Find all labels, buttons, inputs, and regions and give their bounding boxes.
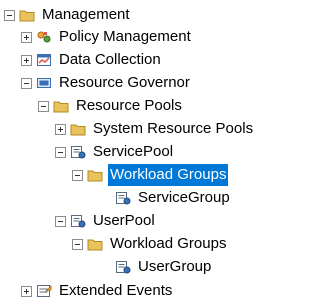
collapse-toggle-icon[interactable] xyxy=(72,238,83,250)
tree-node-workload-groups-service[interactable]: Workload Groups xyxy=(72,164,229,186)
expand-toggle-icon[interactable] xyxy=(21,285,32,297)
expand-toggle-icon[interactable] xyxy=(21,31,32,43)
tree-node-workload-groups-user[interactable]: Workload Groups xyxy=(72,233,228,255)
tree-node-management[interactable]: Management xyxy=(4,4,132,26)
collapse-toggle-icon[interactable] xyxy=(72,169,83,181)
resource-governor-icon xyxy=(37,78,51,88)
extended-events-icon xyxy=(37,285,52,297)
tree-node-system-resource-pools[interactable]: System Resource Pools xyxy=(55,118,255,140)
tree-node-label: Resource Governor xyxy=(59,74,190,91)
tree-node-label: UserGroup xyxy=(138,258,212,275)
tree-node-servicepool[interactable]: ServicePool xyxy=(55,141,175,163)
collapse-toggle-icon[interactable] xyxy=(55,215,66,227)
resource-pool-icon xyxy=(71,215,86,228)
folder-icon xyxy=(19,10,35,22)
tree-node-policy-management[interactable]: Policy Management xyxy=(21,26,193,48)
collapse-toggle-icon[interactable] xyxy=(55,146,66,158)
expand-toggle-icon[interactable] xyxy=(21,54,32,66)
tree-node-label: ServicePool xyxy=(93,143,174,160)
tree-node-extended-events[interactable]: Extended Events xyxy=(21,280,174,302)
folder-icon xyxy=(70,124,86,136)
folder-icon xyxy=(87,170,103,182)
folder-icon xyxy=(87,239,103,251)
object-explorer-tree: Management Policy Management Data Collec… xyxy=(0,0,254,306)
collapse-toggle-icon[interactable] xyxy=(21,77,32,89)
tree-node-label: System Resource Pools xyxy=(93,120,254,137)
resource-pool-icon xyxy=(71,146,86,159)
workload-group-icon xyxy=(116,192,131,205)
tree-node-servicegroup[interactable]: ServiceGroup xyxy=(100,187,232,209)
tree-node-data-collection[interactable]: Data Collection xyxy=(21,49,163,71)
tree-node-label: Extended Events xyxy=(59,282,173,299)
collapse-toggle-icon[interactable] xyxy=(4,9,15,21)
tree-node-label: Policy Management xyxy=(59,28,191,45)
tree-node-resource-governor[interactable]: Resource Governor xyxy=(21,72,192,94)
policy-management-icon xyxy=(37,31,51,43)
folder-icon xyxy=(53,101,69,113)
tree-node-label: Management xyxy=(42,6,130,23)
tree-node-label: Workload Groups xyxy=(110,235,227,252)
tree-node-label: ServiceGroup xyxy=(138,189,230,206)
tree-node-label: Resource Pools xyxy=(76,97,182,114)
tree-node-usergroup[interactable]: UserGroup xyxy=(100,256,213,278)
tree-node-userpool[interactable]: UserPool xyxy=(55,210,157,232)
tree-node-resource-pools[interactable]: Resource Pools xyxy=(38,95,184,117)
data-collection-icon xyxy=(37,54,51,66)
tree-node-label: UserPool xyxy=(93,212,155,229)
workload-group-icon xyxy=(116,261,131,274)
collapse-toggle-icon[interactable] xyxy=(38,100,49,112)
tree-node-label: Data Collection xyxy=(59,51,161,68)
expand-toggle-icon[interactable] xyxy=(55,123,66,135)
tree-node-label: Workload Groups xyxy=(108,164,229,186)
